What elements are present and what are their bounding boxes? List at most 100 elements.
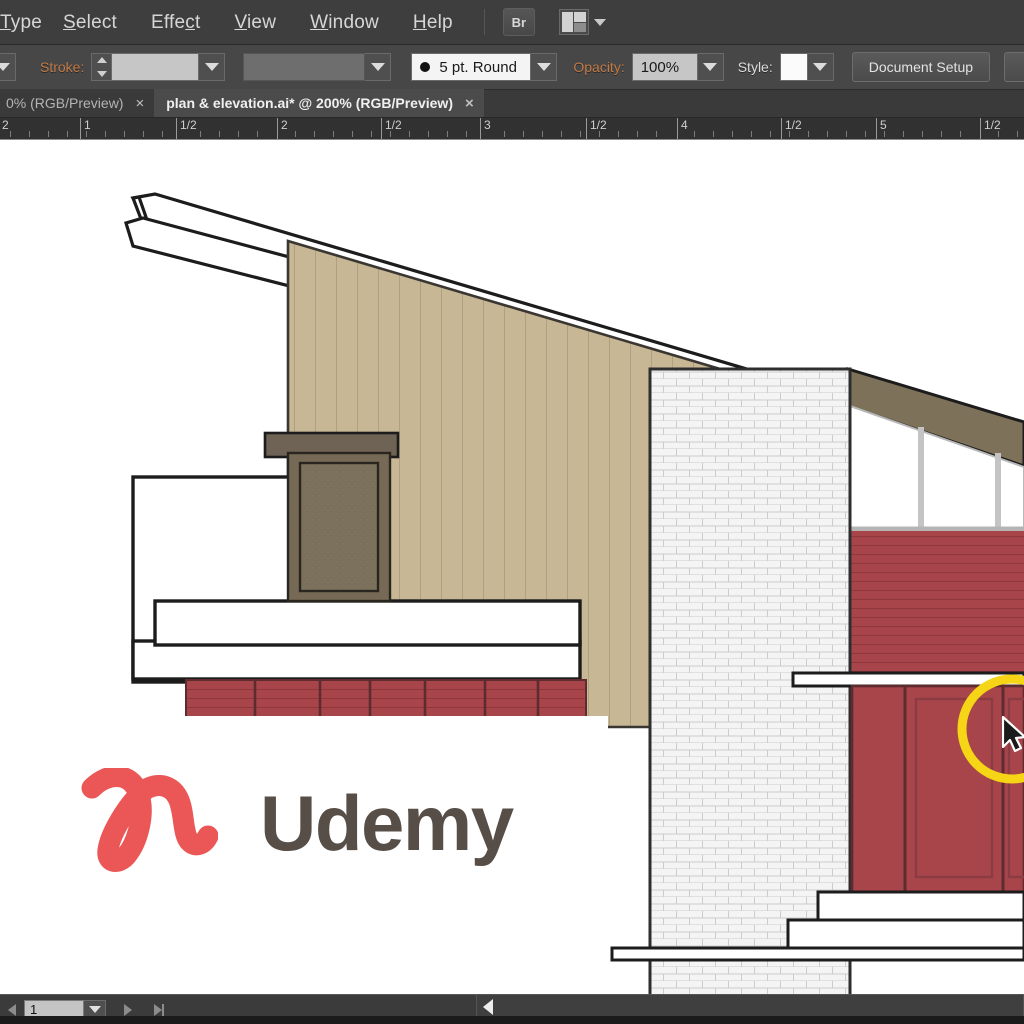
horizontal-ruler[interactable]: 2 1 1/2 2 1/2 3 1/2 4 1/2 5 1/2 (0, 118, 1024, 140)
stroke-weight-control[interactable] (91, 53, 226, 81)
udemy-wordmark: Udemy (260, 779, 514, 867)
ruler-minor-tick (542, 131, 543, 137)
width-profile-dropdown-button[interactable] (365, 53, 392, 81)
stroke-weight-stepper[interactable] (91, 53, 112, 81)
ruler-minor-tick (751, 131, 752, 137)
chevron-down-icon (813, 63, 828, 71)
scroll-left-icon[interactable] (483, 999, 493, 1015)
brush-definition-control[interactable]: 5 pt. Round (411, 53, 558, 81)
ruler-minor-tick (352, 131, 353, 137)
ruler-minor-tick (732, 131, 733, 137)
graphic-style-control[interactable] (779, 53, 834, 81)
menu-item-help[interactable]: Help (396, 0, 470, 45)
menu-item-view[interactable]: View (217, 0, 293, 45)
ruler-minor-tick (580, 131, 581, 137)
ruler-minor-tick (656, 131, 657, 137)
first-page-icon[interactable] (8, 1003, 16, 1016)
ruler-minor-tick (162, 131, 163, 137)
ruler-minor-tick (941, 131, 942, 137)
ruler-label: 2 (281, 118, 288, 132)
document-tab-1[interactable]: 0% (RGB/Preview) × (0, 89, 155, 117)
ruler-label: 1/2 (180, 118, 197, 132)
width-profile-control[interactable] (243, 53, 392, 81)
ruler-minor-tick (371, 131, 372, 137)
chevron-down-icon (536, 63, 551, 71)
chevron-down-icon (204, 63, 219, 71)
udemy-watermark-inner: Udemy (0, 768, 514, 878)
udemy-logo-icon (81, 768, 218, 872)
menu-label-window: indow (328, 11, 379, 33)
opacity-field[interactable]: 100% (631, 53, 698, 81)
control-bar: Stroke: 5 pt. Round Opacity: 100% Style:… (0, 45, 1024, 90)
udemy-watermark: Udemy (0, 716, 608, 930)
document-setup-button[interactable]: Document Setup (851, 52, 991, 82)
ruler-label: 5 (880, 118, 887, 132)
menu-label-select: elect (75, 11, 118, 33)
chevron-down-icon (88, 1006, 101, 1013)
style-label: Style: (737, 59, 773, 75)
entry-doors (850, 684, 1024, 894)
ruler-ticks: 2 1 1/2 2 1/2 3 1/2 4 1/2 5 1/2 (0, 118, 1024, 139)
brush-definition-label: 5 pt. Round (439, 58, 517, 76)
stroke-weight-field[interactable] (111, 53, 200, 81)
ruler-minor-tick (124, 131, 125, 137)
stepper-down-icon[interactable] (96, 71, 107, 77)
brush-definition-field[interactable]: 5 pt. Round (411, 53, 532, 81)
window-bottom-edge (0, 1016, 1024, 1024)
round-cap-icon (420, 62, 431, 72)
ruler-minor-tick (200, 131, 201, 137)
ruler-minor-tick (48, 131, 49, 137)
ruler-minor-tick (637, 131, 638, 137)
fill-dropdown-button[interactable] (0, 53, 16, 81)
document-tab-2[interactable]: plan & elevation.ai* @ 200% (RGB/Preview… (154, 89, 484, 117)
menu-divider (483, 9, 485, 35)
chevron-down-icon (370, 63, 385, 71)
ruler-minor-tick (561, 131, 562, 137)
next-page-icon[interactable] (124, 1003, 132, 1016)
ruler-minor-tick (257, 131, 258, 137)
document-tab-2-close-icon[interactable]: × (465, 95, 474, 112)
stepper-up-icon[interactable] (96, 57, 107, 63)
menu-label-select-underline: S (63, 11, 76, 33)
ruler-minor-tick (10, 131, 11, 137)
bridge-button[interactable]: Br (502, 8, 535, 36)
opacity-dropdown-button[interactable] (697, 53, 724, 81)
graphic-style-swatch[interactable] (779, 53, 808, 81)
graphic-style-dropdown-button[interactable] (807, 53, 834, 81)
ruler-minor-tick (333, 131, 334, 137)
chevron-down-icon (593, 18, 606, 26)
ruler-label: 2 (2, 118, 9, 132)
ruler-minor-tick (846, 131, 847, 137)
ruler-minor-tick (922, 131, 923, 137)
preferences-button[interactable]: Prefere (1004, 52, 1024, 82)
ruler-label: 1 (84, 118, 91, 132)
menu-item-window[interactable]: Window (293, 0, 396, 45)
menu-label-type: ype (10, 11, 42, 33)
ruler-minor-tick (523, 131, 524, 137)
menu-item-effect[interactable]: Effect (134, 0, 217, 45)
document-tab-1-close-icon[interactable]: × (135, 95, 144, 112)
menu-label-type-underline: T (0, 11, 11, 33)
arrange-pane-bottom-right (574, 22, 586, 32)
last-page-button[interactable] (154, 1003, 164, 1016)
opacity-control[interactable]: 100% (631, 53, 724, 81)
menu-label-help: elp (426, 11, 453, 33)
arrange-documents-button[interactable] (558, 9, 606, 35)
ruler-minor-tick (865, 131, 866, 137)
menu-item-select[interactable]: Select (46, 0, 134, 45)
chevron-down-icon (0, 63, 10, 71)
ruler-minor-tick (504, 131, 505, 137)
ruler-label: 3 (484, 118, 491, 132)
ruler-minor-tick (770, 131, 771, 137)
fill-dropdown-clipped[interactable] (0, 53, 16, 81)
menu-label-view: iew (247, 11, 277, 33)
stroke-weight-dropdown-button[interactable] (199, 53, 226, 81)
illustrator-window: Type Select Effect View Window Help Br S… (0, 0, 1024, 1024)
ruler-minor-tick (903, 131, 904, 137)
ruler-minor-tick (694, 131, 695, 137)
ruler-label: 1/2 (785, 118, 802, 132)
menu-item-type[interactable]: Type (0, 0, 46, 45)
brush-definition-dropdown-button[interactable] (531, 53, 558, 81)
width-profile-field[interactable] (243, 53, 366, 81)
ruler-minor-tick (238, 131, 239, 137)
